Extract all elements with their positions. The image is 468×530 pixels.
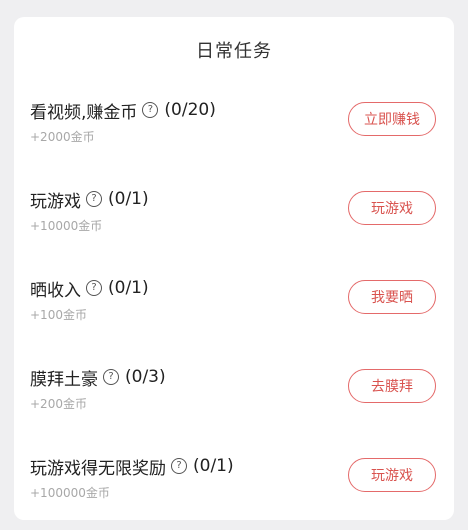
play-game-button[interactable]: 玩游戏 bbox=[348, 191, 436, 225]
question-circle-icon[interactable]: ? bbox=[142, 102, 159, 118]
task-name-row: 玩游戏得无限奖励 ? (0/1) bbox=[30, 455, 234, 479]
task-progress: (0/1) bbox=[193, 456, 234, 476]
task-reward: +10000金币 bbox=[30, 219, 103, 233]
task-progress: (0/3) bbox=[125, 367, 166, 387]
task-progress: (0/1) bbox=[108, 189, 149, 209]
task-reward: +200金币 bbox=[30, 397, 87, 411]
task-reward: +100金币 bbox=[30, 308, 87, 322]
share-income-button[interactable]: 我要晒 bbox=[348, 280, 436, 314]
question-circle-icon[interactable]: ? bbox=[103, 369, 119, 385]
task-name: 玩游戏得无限奖励 bbox=[30, 458, 166, 479]
daily-tasks-card: 日常任务 看视频,赚金币 ? (0/20) +2000金币 立即赚钱 玩游戏 ?… bbox=[14, 17, 454, 520]
task-item-unlimited-rewards: 玩游戏得无限奖励 ? (0/1) +100000金币 玩游戏 bbox=[14, 455, 454, 515]
task-item-worship-tycoon: 膜拜土豪 ? (0/3) +200金币 去膜拜 bbox=[14, 366, 454, 426]
task-reward: +100000金币 bbox=[30, 486, 110, 500]
card-title: 日常任务 bbox=[196, 41, 272, 62]
task-reward: +2000金币 bbox=[30, 130, 95, 144]
task-item-watch-video: 看视频,赚金币 ? (0/20) +2000金币 立即赚钱 bbox=[14, 99, 454, 159]
worship-button[interactable]: 去膜拜 bbox=[348, 369, 436, 403]
task-name-row: 看视频,赚金币 ? (0/20) bbox=[30, 99, 216, 123]
task-name-row: 玩游戏 ? (0/1) bbox=[30, 188, 149, 212]
question-circle-icon[interactable]: ? bbox=[86, 191, 102, 207]
play-game-unlimited-button[interactable]: 玩游戏 bbox=[348, 458, 436, 492]
question-circle-icon[interactable]: ? bbox=[86, 280, 102, 296]
task-name: 膜拜土豪 bbox=[30, 369, 98, 390]
task-name: 玩游戏 bbox=[30, 191, 81, 212]
task-name: 晒收入 bbox=[30, 280, 81, 301]
task-name-row: 膜拜土豪 ? (0/3) bbox=[30, 366, 166, 390]
task-name: 看视频,赚金币 bbox=[30, 102, 138, 123]
task-progress: (0/20) bbox=[164, 100, 216, 120]
task-item-play-game: 玩游戏 ? (0/1) +10000金币 玩游戏 bbox=[14, 188, 454, 248]
task-name-row: 晒收入 ? (0/1) bbox=[30, 277, 149, 301]
question-circle-icon[interactable]: ? bbox=[171, 458, 187, 474]
task-item-share-income: 晒收入 ? (0/1) +100金币 我要晒 bbox=[14, 277, 454, 337]
earn-now-button[interactable]: 立即赚钱 bbox=[348, 102, 436, 136]
task-progress: (0/1) bbox=[108, 278, 149, 298]
